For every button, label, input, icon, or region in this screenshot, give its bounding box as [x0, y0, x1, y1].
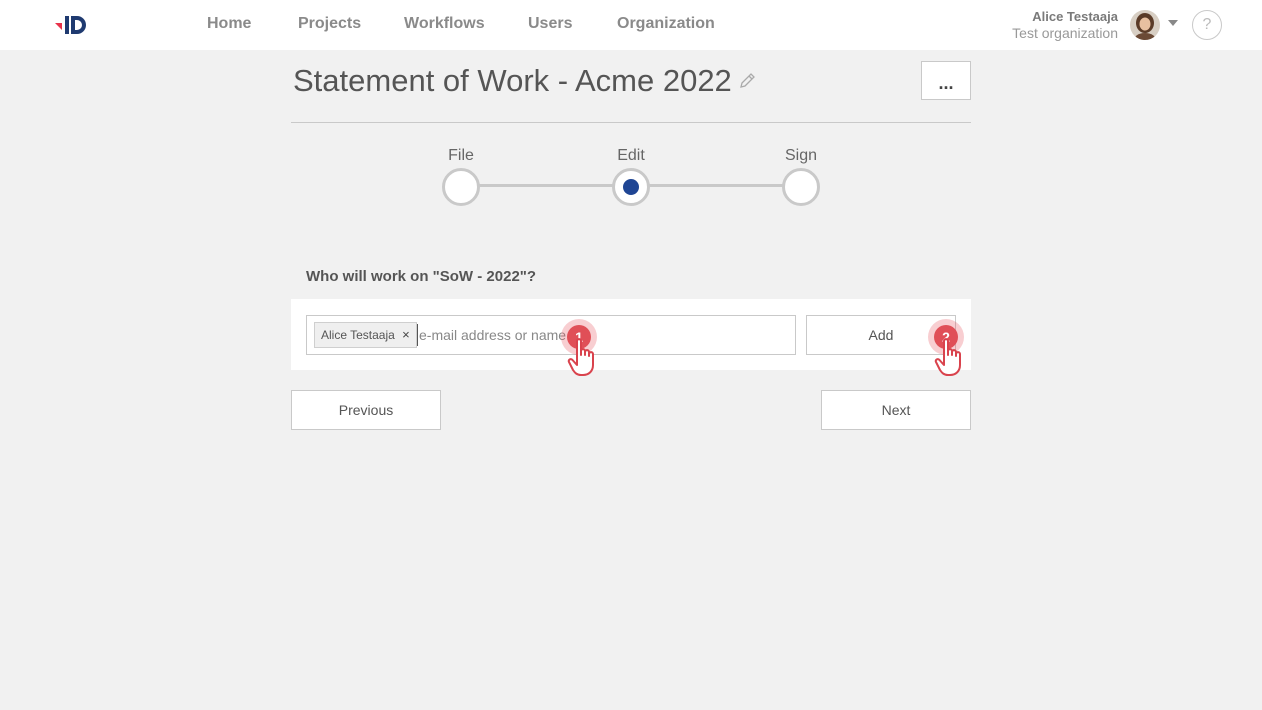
app-logo[interactable]: [55, 12, 89, 38]
nav-item-users[interactable]: Users: [528, 15, 572, 33]
avatar[interactable]: [1130, 10, 1160, 40]
step-edit[interactable]: [612, 168, 650, 206]
step-label-sign: Sign: [784, 147, 818, 164]
user-info[interactable]: Alice Testaaja Test organization: [1012, 9, 1118, 42]
collaborator-chip-label: Alice Testaaja: [321, 328, 395, 342]
collaborators-question: Who will work on "SoW - 2022"?: [306, 268, 537, 285]
active-step-indicator: [623, 179, 639, 195]
chevron-down-icon[interactable]: [1167, 17, 1179, 29]
nav-item-workflows[interactable]: Workflows: [404, 15, 485, 33]
pencil-icon[interactable]: [738, 72, 756, 90]
previous-button[interactable]: Previous: [291, 390, 441, 430]
collaborator-tag-input[interactable]: Alice Testaaja ×: [306, 315, 796, 355]
nav-item-projects[interactable]: Projects: [298, 15, 361, 33]
pointer-hand-icon: [934, 338, 961, 376]
user-name: Alice Testaaja: [1032, 9, 1118, 24]
step-connector: [478, 184, 614, 187]
tutorial-hotspot-1: 1: [561, 319, 609, 383]
tutorial-hotspot-2: 2: [928, 319, 976, 383]
divider: [291, 122, 971, 123]
step-file[interactable]: [442, 168, 480, 206]
more-options-button[interactable]: ...: [921, 61, 971, 100]
user-organization: Test organization: [1012, 25, 1118, 41]
collaborator-chip: Alice Testaaja ×: [314, 322, 417, 348]
next-button[interactable]: Next: [821, 390, 971, 430]
nav-item-organization[interactable]: Organization: [617, 15, 715, 33]
step-sign[interactable]: [782, 168, 820, 206]
pointer-hand-icon: [567, 338, 594, 376]
close-icon[interactable]: ×: [402, 323, 410, 347]
help-button[interactable]: ?: [1192, 10, 1222, 40]
step-connector: [648, 184, 784, 187]
step-label-file: File: [448, 147, 474, 164]
top-navigation-bar: Home Projects Workflows Users Organizati…: [0, 0, 1262, 50]
page-title: Statement of Work - Acme 2022: [293, 63, 732, 98]
nav-item-home[interactable]: Home: [207, 15, 251, 33]
avatar-image: [1130, 10, 1160, 40]
step-label-edit: Edit: [617, 147, 645, 164]
